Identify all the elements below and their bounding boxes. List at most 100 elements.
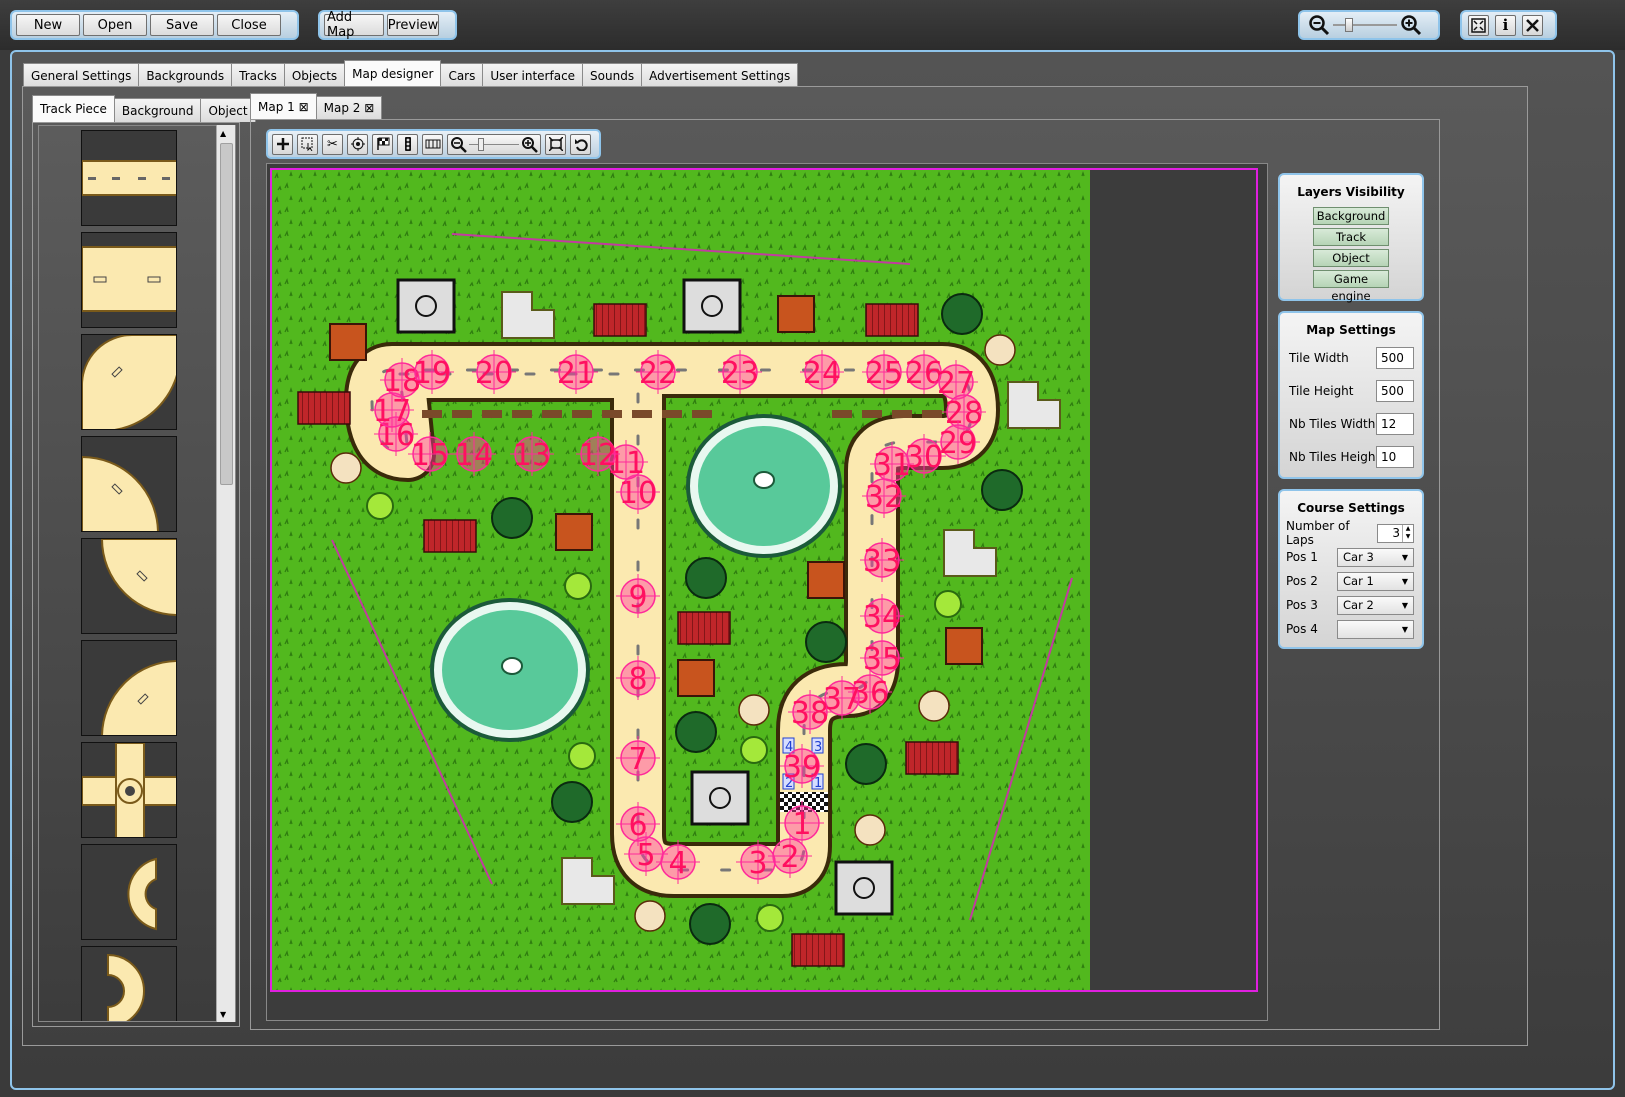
track-piece-curve-3[interactable] — [81, 538, 177, 634]
checkpoint-marker[interactable]: 32 — [862, 474, 906, 518]
close-button[interactable]: Close — [217, 14, 281, 36]
new-button[interactable]: New — [16, 14, 80, 36]
tab-backgrounds[interactable]: Backgrounds — [138, 63, 233, 87]
scissors-icon[interactable]: ✂ — [322, 133, 343, 155]
tile-width-input[interactable]: 500 — [1376, 346, 1414, 369]
checkpoint-marker[interactable]: 33 — [860, 538, 904, 582]
layer-object-toggle[interactable]: Object — [1313, 249, 1389, 267]
close-tab-icon[interactable]: ⊠ — [364, 101, 374, 115]
grid-icon[interactable] — [422, 133, 443, 155]
checkpoint-marker[interactable]: 19 — [410, 350, 454, 394]
checkpoint-marker[interactable]: 13 — [510, 432, 554, 476]
tab-track-piece[interactable]: Track Piece — [32, 95, 115, 122]
preview-button[interactable]: Preview — [387, 14, 439, 36]
checkpoint-marker[interactable]: 25 — [862, 350, 906, 394]
layers-visibility-panel: Layers Visibility Background Track Objec… — [1278, 173, 1424, 303]
checkpoint-marker[interactable]: 34 — [860, 594, 904, 638]
track-piece-curve-4[interactable] — [81, 640, 177, 736]
close-tab-icon[interactable]: ⊠ — [299, 100, 309, 114]
info-icon[interactable]: i — [1495, 14, 1516, 36]
layer-track-toggle[interactable]: Track — [1313, 228, 1389, 246]
zoom-out-icon[interactable] — [450, 136, 467, 153]
fit-icon[interactable] — [545, 133, 566, 155]
laps-stepper[interactable]: 3 ▲ ▼ — [1377, 523, 1414, 543]
zoom-in-icon[interactable] — [1400, 14, 1422, 36]
open-button[interactable]: Open — [83, 14, 147, 36]
map-canvas[interactable]: 4 3 2 1 12345678910111213141516171819 20 2… — [272, 170, 1090, 990]
course-settings-title: Course Settings — [1297, 501, 1405, 515]
tile-height-input[interactable]: 500 — [1376, 379, 1414, 402]
checkpoint-marker[interactable]: 22 — [636, 350, 680, 394]
undo-icon[interactable] — [570, 133, 591, 155]
zoom-slider-thumb[interactable] — [1345, 18, 1353, 32]
tab-objects[interactable]: Objects — [283, 63, 346, 87]
tab-user-interface[interactable]: User interface — [482, 63, 584, 87]
checkpoint-marker[interactable]: 14 — [452, 432, 496, 476]
track-piece-hairpin-2[interactable] — [81, 946, 177, 1021]
checkpoint-label: 25 — [865, 356, 903, 391]
track-piece-crossroad[interactable] — [81, 742, 177, 838]
checkpoint-marker[interactable]: 24 — [800, 350, 844, 394]
checkpoint-label: 14 — [455, 438, 493, 473]
track-piece-curve-1[interactable] — [81, 334, 177, 430]
stepper-arrows-icon[interactable]: ▲ ▼ — [1402, 524, 1413, 542]
target-icon[interactable] — [347, 133, 368, 155]
fullscreen-icon[interactable] — [1468, 14, 1489, 36]
palette-scrollbar[interactable]: ▲ ▼ — [216, 125, 235, 1022]
tab-advertisement-settings[interactable]: Advertisement Settings — [641, 63, 799, 87]
track-piece-straight-wide[interactable] — [81, 232, 177, 328]
scroll-thumb[interactable] — [220, 143, 233, 485]
map-button-group: Add Map Preview — [318, 10, 457, 40]
add-map-button[interactable]: Add Map — [324, 10, 384, 40]
tab-tracks[interactable]: Tracks — [231, 63, 285, 87]
layer-background-toggle[interactable]: Background — [1313, 207, 1389, 225]
close-icon[interactable] — [1522, 14, 1543, 36]
checkpoint-marker[interactable]: 35 — [860, 636, 904, 680]
pos-2-select[interactable]: Car 1 ▼ — [1337, 571, 1414, 591]
nb-tiles-width-input[interactable]: 12 — [1376, 412, 1414, 435]
tab-general-settings[interactable]: General Settings — [23, 63, 140, 87]
checkpoint-label: 33 — [863, 544, 901, 579]
tab-cars[interactable]: Cars — [440, 63, 484, 87]
checkpoint-marker[interactable]: 21 — [554, 350, 598, 394]
flag-icon[interactable] — [372, 133, 393, 155]
checkpoint-label: 24 — [803, 356, 841, 391]
add-icon[interactable] — [272, 133, 293, 155]
scroll-up-icon[interactable]: ▲ — [220, 129, 226, 138]
traffic-light-icon[interactable] — [397, 133, 418, 155]
track-piece-straight-thin[interactable] — [81, 130, 177, 226]
canvas-zoom-slider[interactable] — [469, 136, 519, 153]
zoom-in-icon[interactable] — [521, 136, 538, 153]
chevron-down-icon: ▼ — [1401, 552, 1408, 562]
tab-sounds[interactable]: Sounds — [582, 63, 643, 87]
tab-map-designer[interactable]: Map designer — [344, 60, 442, 87]
checkpoint-label: 17 — [373, 394, 411, 429]
scroll-down-icon[interactable]: ▼ — [220, 1010, 226, 1019]
map-tabs: Map 1 ⊠ Map 2 ⊠ — [250, 93, 383, 119]
pos-4-select[interactable]: ▼ — [1337, 619, 1414, 639]
select-icon[interactable] — [297, 133, 318, 155]
checkpoint-label: 15 — [411, 438, 449, 473]
checkpoint-marker[interactable]: 12 — [576, 432, 620, 476]
pos-1-select[interactable]: Car 3 ▼ — [1337, 547, 1414, 567]
field-label: Nb Tiles Heigh — [1289, 449, 1376, 464]
pos-3-select[interactable]: Car 2 ▼ — [1337, 595, 1414, 615]
save-button[interactable]: Save — [150, 14, 214, 36]
tab-map-2[interactable]: Map 2 ⊠ — [315, 96, 383, 119]
track-piece-hairpin[interactable] — [81, 844, 177, 940]
checkpoint-marker[interactable]: 23 — [718, 350, 762, 394]
tab-background[interactable]: Background — [113, 98, 202, 122]
checkpoint-marker[interactable]: 39 — [780, 744, 824, 788]
canvas-zoom-thumb[interactable] — [478, 137, 484, 151]
track-piece-curve-2[interactable] — [81, 436, 177, 532]
tab-map-1[interactable]: Map 1 ⊠ — [250, 93, 317, 119]
canvas-zoom-control — [447, 133, 541, 155]
zoom-out-icon[interactable] — [1308, 14, 1330, 36]
checkpoint-label: 22 — [639, 356, 677, 391]
layer-game-engine-toggle[interactable]: Game engine — [1313, 270, 1389, 303]
zoom-slider[interactable] — [1333, 14, 1397, 36]
nb-tiles-height-input[interactable]: 10 — [1376, 445, 1414, 468]
checkpoint-marker[interactable]: 20 — [472, 350, 516, 394]
checkpoint-marker[interactable]: 38 — [788, 690, 832, 734]
tab-object[interactable]: Object — [200, 98, 256, 122]
